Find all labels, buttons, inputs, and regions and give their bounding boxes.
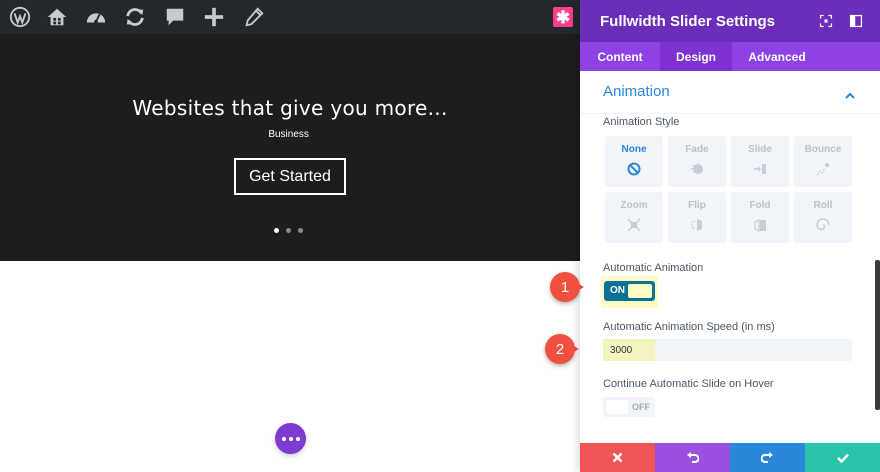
comment-icon[interactable] [163, 5, 187, 29]
settings-panel: Fullwidth Slider Settings Content Design… [580, 0, 880, 472]
bounce-icon [815, 161, 831, 177]
animation-style-label: Animation Style [603, 116, 680, 128]
redo-button[interactable] [730, 443, 805, 472]
edit-icon[interactable] [242, 5, 266, 29]
animation-speed-input[interactable]: 3000 [603, 339, 852, 361]
toggle-state: ON [610, 285, 625, 296]
annotation-badge-2: 2 [545, 334, 575, 364]
panel-body: Animation Animation Style None Fade Slid… [580, 71, 880, 443]
home-icon[interactable] [45, 5, 69, 29]
checkmark-icon [836, 453, 849, 463]
hover-label: Continue Automatic Slide on Hover [603, 378, 774, 390]
animation-style-grid: None Fade Slide Bounce Zoom Flip Fold Ro… [605, 136, 852, 243]
animation-option-slide[interactable]: Slide [731, 136, 789, 187]
animation-option-fade[interactable]: Fade [668, 136, 726, 187]
auto-animation-toggle[interactable]: ON [604, 281, 655, 301]
panel-footer [580, 443, 880, 472]
toggle-knob [606, 400, 628, 414]
slider-dot-2[interactable] [286, 228, 291, 233]
animation-option-flip[interactable]: Flip [668, 192, 726, 243]
tab-design[interactable]: Design [660, 42, 732, 71]
builder-screen: ✱ Websites that give you more... Busines… [0, 0, 880, 472]
cancel-button[interactable] [580, 443, 655, 472]
auto-animation-label: Automatic Animation [603, 262, 704, 274]
refresh-icon[interactable] [123, 5, 147, 29]
expand-icon[interactable] [817, 12, 835, 30]
slider-pagination [274, 228, 303, 234]
wordpress-icon[interactable] [8, 5, 32, 29]
dot-icon [295, 436, 300, 441]
slide-subtitle: Business. [0, 129, 580, 140]
tab-content[interactable]: Content [580, 42, 660, 71]
slide-subtitle-text: Business [268, 129, 309, 140]
toggle-knob [628, 284, 652, 298]
close-icon [612, 452, 623, 463]
speed-label: Automatic Animation Speed (in ms) [603, 321, 775, 333]
get-started-button[interactable]: Get Started [234, 158, 346, 195]
dashboard-icon[interactable] [84, 5, 108, 29]
animation-option-roll[interactable]: Roll [794, 192, 852, 243]
annotation-badge-1: 1 [550, 272, 580, 302]
add-module-button[interactable]: ✱ [553, 7, 573, 27]
animation-option-fold[interactable]: Fold [731, 192, 789, 243]
chevron-up-icon [844, 87, 856, 105]
option-label: Slide [748, 144, 772, 155]
fullwidth-slider: Websites that give you more... Business.… [0, 34, 580, 261]
plus-icon[interactable] [202, 5, 226, 29]
animation-option-zoom[interactable]: Zoom [605, 192, 663, 243]
scrollbar[interactable] [875, 260, 880, 410]
panel-header: Fullwidth Slider Settings [580, 0, 880, 42]
slide-icon [752, 161, 768, 177]
option-label: Roll [813, 200, 833, 211]
spiral-icon [815, 217, 831, 233]
animation-option-none[interactable]: None [605, 136, 663, 187]
option-label: None [621, 144, 647, 155]
panel-tabs: Content Design Advanced [580, 42, 880, 71]
dot-icon [281, 436, 286, 441]
animation-section-toggle[interactable]: Animation [603, 83, 858, 103]
redo-icon [761, 451, 773, 463]
panel-title: Fullwidth Slider Settings [600, 13, 776, 30]
option-label: Fade [685, 144, 709, 155]
fade-icon [689, 161, 705, 177]
fold-icon [752, 217, 768, 233]
animation-option-bounce[interactable]: Bounce [794, 136, 852, 187]
option-label: Flip [688, 200, 706, 211]
slider-dot-3[interactable] [298, 228, 303, 233]
zoom-icon [626, 217, 642, 233]
section-title: Animation [603, 83, 670, 100]
admin-toolbar [0, 0, 580, 34]
undo-button[interactable] [655, 443, 730, 472]
split-view-icon[interactable] [847, 12, 865, 30]
undo-icon [687, 451, 699, 463]
hover-slide-toggle[interactable]: OFF [603, 397, 655, 417]
save-button[interactable] [805, 443, 880, 472]
option-label: Zoom [620, 200, 648, 211]
divider [580, 113, 880, 114]
dot-icon [288, 436, 293, 441]
toggle-state: OFF [632, 402, 650, 412]
asterisk-icon: ✱ [555, 7, 571, 27]
flip-icon [689, 217, 705, 233]
option-label: Fold [749, 200, 771, 211]
tab-advanced[interactable]: Advanced [732, 42, 822, 71]
subtitle-punctuation: . [308, 129, 312, 140]
option-label: Bounce [804, 144, 842, 155]
more-options-button[interactable] [275, 423, 306, 454]
slide-title: Websites that give you more... [132, 96, 448, 120]
slider-dot-1[interactable] [274, 228, 279, 233]
speed-value: 3000 [610, 345, 633, 356]
prohibited-icon [626, 161, 642, 177]
